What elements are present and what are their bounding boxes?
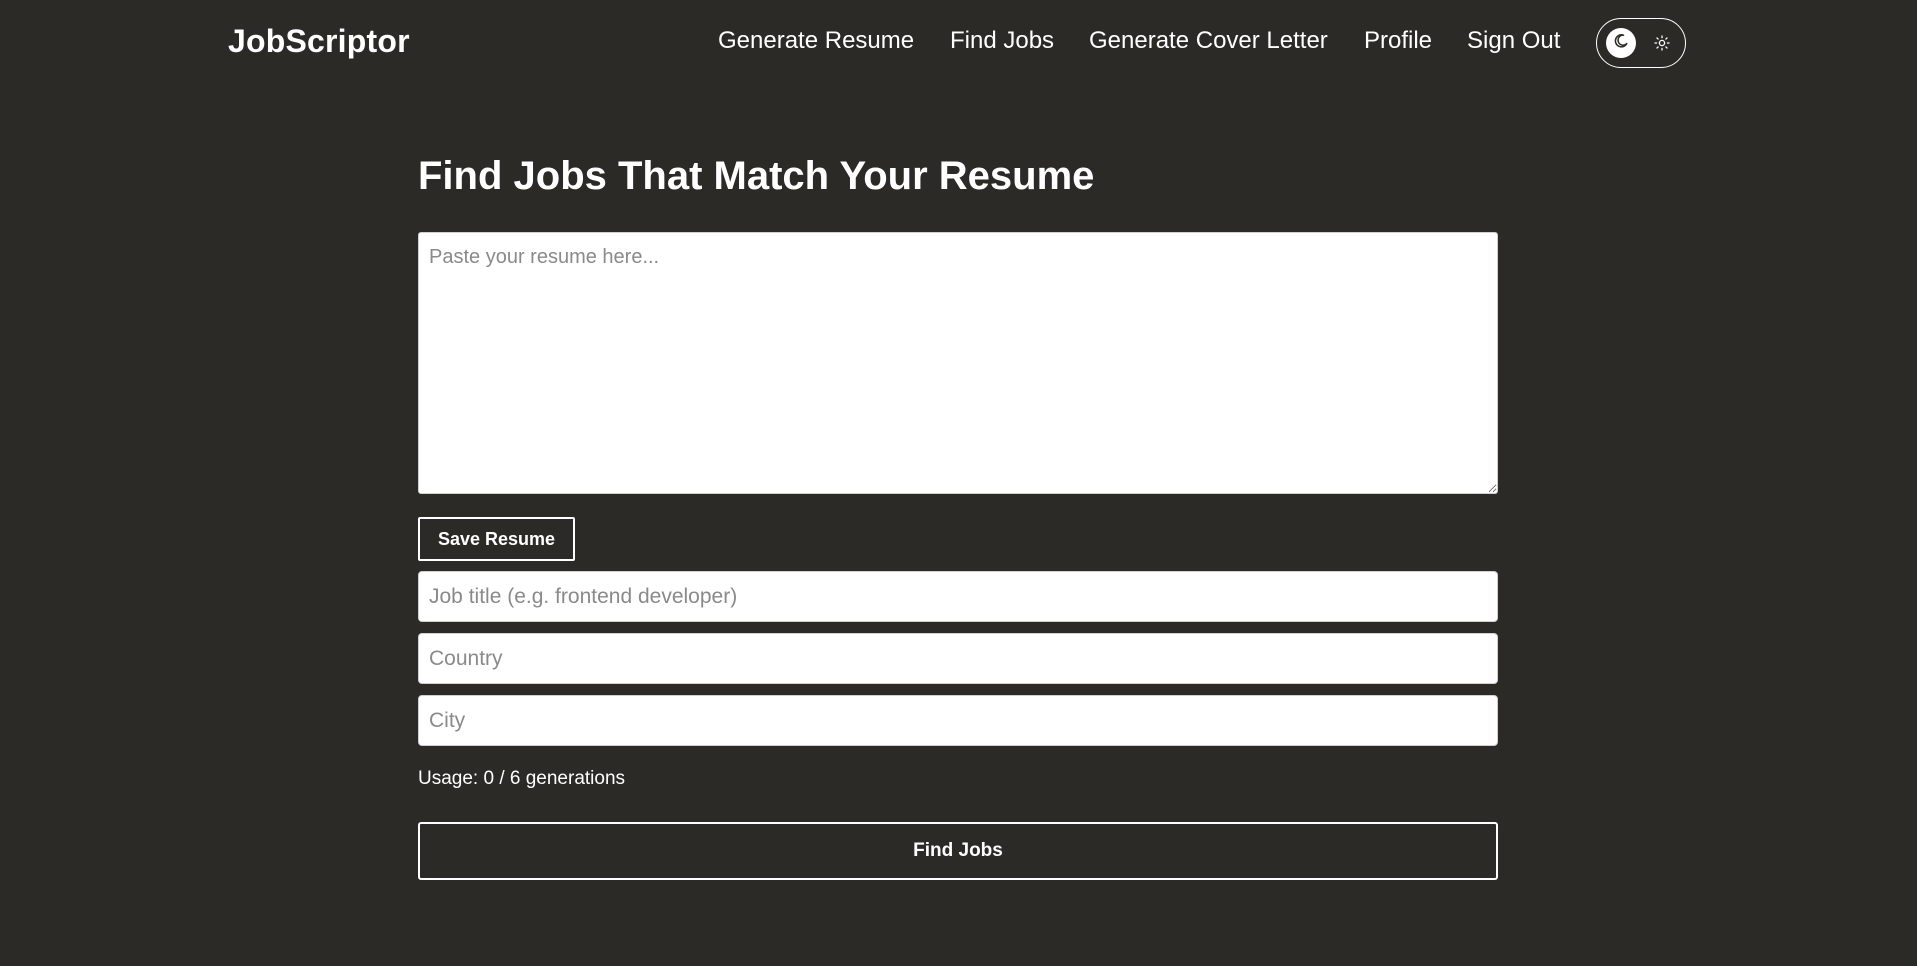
theme-toggle-knob [1606, 28, 1636, 58]
nav-sign-out[interactable]: Sign Out [1467, 27, 1560, 55]
sun-icon [1649, 30, 1675, 56]
nav-find-jobs[interactable]: Find Jobs [950, 27, 1054, 55]
find-jobs-button[interactable]: Find Jobs [418, 822, 1498, 880]
moon-icon [1613, 33, 1629, 54]
top-nav-bar: JobScriptor Generate Resume Find Jobs Ge… [0, 0, 1917, 88]
country-input[interactable] [418, 633, 1498, 684]
job-title-input[interactable] [418, 571, 1498, 622]
theme-toggle[interactable] [1596, 18, 1686, 68]
resume-textarea[interactable] [418, 232, 1498, 494]
nav-profile[interactable]: Profile [1364, 27, 1432, 55]
nav-generate-resume[interactable]: Generate Resume [718, 27, 914, 55]
app-logo[interactable]: JobScriptor [228, 23, 410, 60]
page-title: Find Jobs That Match Your Resume [418, 154, 1095, 198]
nav-generate-cover-letter[interactable]: Generate Cover Letter [1089, 27, 1328, 55]
usage-counter: Usage: 0 / 6 generations [418, 768, 626, 789]
save-resume-button[interactable]: Save Resume [418, 517, 575, 561]
city-input[interactable] [418, 695, 1498, 746]
